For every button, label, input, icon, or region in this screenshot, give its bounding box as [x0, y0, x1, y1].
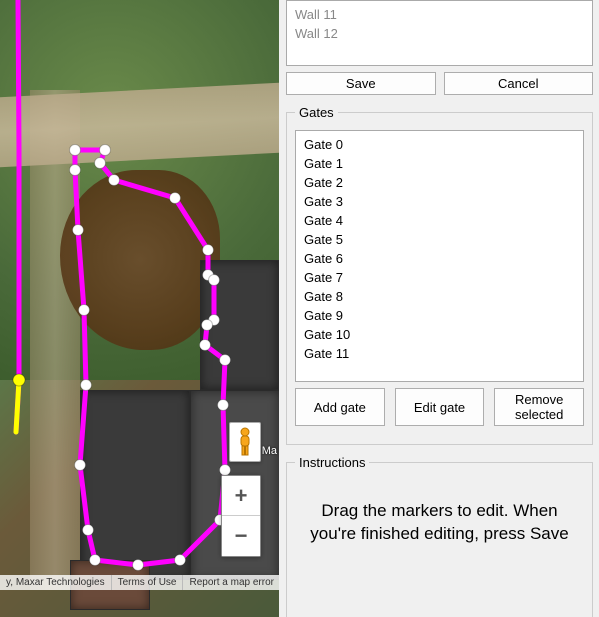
polygon-marker[interactable] [95, 158, 106, 169]
gates-list-item[interactable]: Gate 4 [302, 211, 577, 230]
zoom-out-button[interactable]: − [222, 516, 260, 556]
add-gate-button[interactable]: Add gate [295, 388, 385, 426]
gates-list-item[interactable]: Gate 5 [302, 230, 577, 249]
gates-list-item[interactable]: Gate 3 [302, 192, 577, 211]
polygon-marker[interactable] [81, 380, 92, 391]
polygon-marker[interactable] [170, 193, 181, 204]
zoom-in-button[interactable]: + [222, 476, 260, 516]
polygon-marker[interactable] [200, 340, 211, 351]
polygon-marker[interactable] [83, 525, 94, 536]
gates-group: Gates Gate 0Gate 1Gate 2Gate 3Gate 4Gate… [286, 105, 593, 445]
gates-list-item[interactable]: Gate 1 [302, 154, 577, 173]
polygon-marker[interactable] [79, 305, 90, 316]
map-partial-label: Ma [262, 445, 277, 457]
polygon-marker[interactable] [75, 460, 86, 471]
gates-list-item[interactable]: Gate 7 [302, 268, 577, 287]
gates-list-item[interactable]: Gate 0 [302, 135, 577, 154]
walls-list-item[interactable]: Wall 11 [293, 5, 586, 24]
gates-listbox[interactable]: Gate 0Gate 1Gate 2Gate 3Gate 4Gate 5Gate… [295, 130, 584, 382]
edit-gate-button[interactable]: Edit gate [395, 388, 485, 426]
track-marker[interactable] [13, 374, 25, 386]
polygon-marker[interactable] [220, 465, 231, 476]
map-attribution-link[interactable]: Report a map error [183, 575, 279, 590]
polygon-marker[interactable] [218, 400, 229, 411]
instructions-group: Instructions Drag the markers to edit. W… [286, 455, 593, 617]
polygon-marker[interactable] [202, 320, 213, 331]
polygon-marker[interactable] [70, 165, 81, 176]
polygon-marker[interactable] [109, 175, 120, 186]
gates-legend: Gates [295, 105, 338, 120]
gates-list-item[interactable]: Gate 9 [302, 306, 577, 325]
instructions-legend: Instructions [295, 455, 369, 470]
remove-selected-button[interactable]: Remove selected [494, 388, 584, 426]
gates-list-item[interactable]: Gate 11 [302, 344, 577, 363]
map-attribution-link[interactable]: Terms of Use [112, 575, 184, 590]
instructions-text: Drag the markers to edit. When you're fi… [295, 480, 584, 610]
polygon-marker[interactable] [100, 145, 111, 156]
gates-list-item[interactable]: Gate 6 [302, 249, 577, 268]
polygon-marker[interactable] [220, 355, 231, 366]
polygon-marker[interactable] [175, 555, 186, 566]
polygon-marker[interactable] [90, 555, 101, 566]
pegman-icon [235, 427, 255, 457]
side-pane: Wall 11Wall 12 Save Cancel Gates Gate 0G… [282, 0, 597, 617]
gates-list-item[interactable]: Gate 2 [302, 173, 577, 192]
streetview-pegman[interactable] [229, 422, 261, 462]
walls-list-item[interactable]: Wall 12 [293, 24, 586, 43]
gates-list-item[interactable]: Gate 8 [302, 287, 577, 306]
polygon-marker[interactable] [70, 145, 81, 156]
polygon-marker[interactable] [203, 245, 214, 256]
zoom-control: + − [221, 475, 261, 557]
gates-list-item[interactable]: Gate 10 [302, 325, 577, 344]
map-attribution-link[interactable]: y, Maxar Technologies [0, 575, 112, 590]
polygon-marker[interactable] [133, 560, 144, 571]
polygon-marker[interactable] [73, 225, 84, 236]
polygon-marker[interactable] [209, 275, 220, 286]
map-attribution: y, Maxar TechnologiesTerms of UseReport … [0, 575, 279, 590]
map-pane[interactable]: Ma + − y, Maxar TechnologiesTerms of Use… [0, 0, 279, 617]
walls-listbox[interactable]: Wall 11Wall 12 [286, 0, 593, 66]
save-button[interactable]: Save [286, 72, 436, 95]
cancel-button[interactable]: Cancel [444, 72, 594, 95]
